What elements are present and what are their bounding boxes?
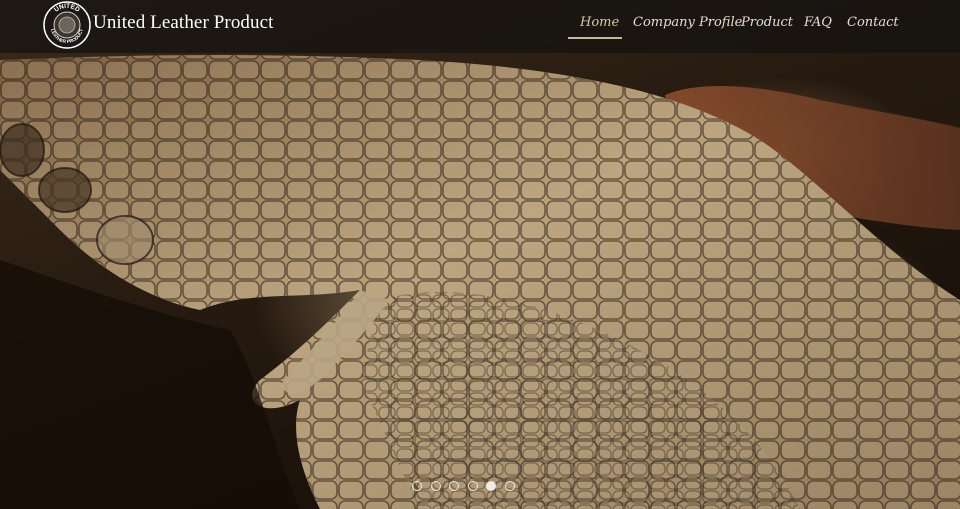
nav-contact[interactable]: Contact xyxy=(847,15,899,30)
nav-active-underline xyxy=(568,37,622,39)
carousel-dot-4[interactable] xyxy=(468,481,478,491)
carousel-dot-2[interactable] xyxy=(431,481,441,491)
header-bar: UNITED LEATHER PRODUCT United Leather Pr… xyxy=(0,0,960,53)
carousel-dot-6[interactable] xyxy=(505,481,515,491)
crocodile-leather-illustration xyxy=(0,55,960,509)
main-nav: Home Company Profile Product FAQ Contact xyxy=(0,0,960,53)
carousel-pagination xyxy=(412,481,522,495)
nav-product[interactable]: Product xyxy=(741,15,793,30)
nav-faq[interactable]: FAQ xyxy=(804,15,832,30)
carousel-dot-3[interactable] xyxy=(449,481,459,491)
nav-company-profile[interactable]: Company Profile xyxy=(633,15,742,30)
nav-home[interactable]: Home xyxy=(580,15,619,30)
carousel-dot-1[interactable] xyxy=(412,481,422,491)
carousel-dot-5[interactable] xyxy=(486,481,496,491)
hero-image xyxy=(0,0,960,509)
